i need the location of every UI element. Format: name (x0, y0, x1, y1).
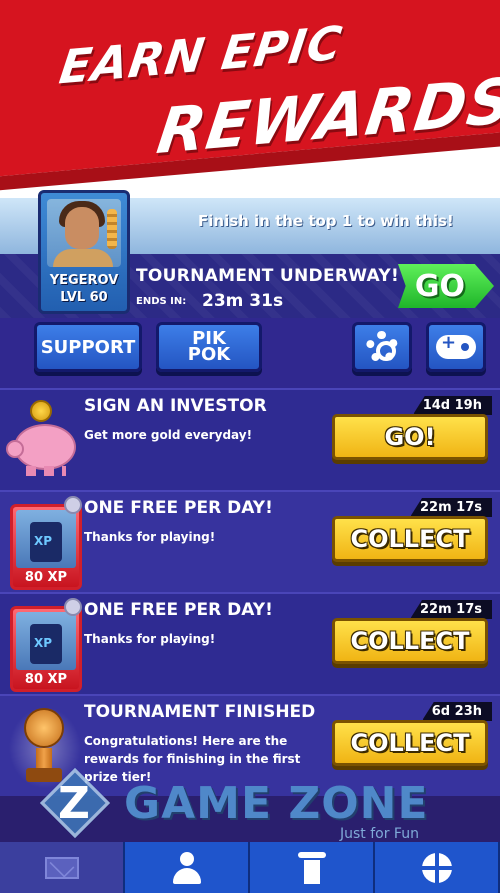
reward-row: 80 XP ONE FREE PER DAY! Thanks for playi… (0, 490, 500, 592)
xp-card-icon: 80 XP (6, 598, 84, 692)
avatar-head (65, 207, 99, 249)
bottom-nav (0, 842, 500, 893)
xp-card: 80 XP (10, 504, 82, 590)
reward-title: ONE FREE PER DAY! (84, 600, 273, 620)
tournament-win-text: Finish in the top 1 to win this! (198, 212, 454, 230)
gear-icon (366, 331, 398, 363)
player-level: LVL 60 (60, 290, 108, 305)
xp-card: 80 XP (10, 606, 82, 692)
support-button[interactable]: SUPPORT (34, 322, 142, 372)
xp-tub-icon (30, 624, 62, 664)
xp-card-art (16, 612, 76, 670)
ends-in-label: ENDS IN: (136, 296, 187, 307)
piggy-icon (6, 424, 76, 476)
ends-in-timer: 23m 31s (202, 291, 284, 311)
player-name: YEGEROV (49, 273, 119, 288)
reward-description: Congratulations! Here are the rewards fo… (84, 734, 301, 784)
trophy-icon (6, 704, 84, 792)
coin-icon (30, 400, 52, 422)
gamepad-button[interactable] (426, 322, 486, 372)
avatar-body (53, 249, 113, 267)
pikpok-button[interactable]: PIK POK (156, 322, 262, 372)
settings-button[interactable] (352, 322, 412, 372)
reward-timer: 14d 19h (412, 396, 492, 415)
tournament-status-title: TOURNAMENT UNDERWAY! (136, 266, 400, 286)
xp-card-art (16, 510, 76, 568)
xp-badge: 80 XP (24, 570, 68, 585)
trophy-cup (24, 708, 64, 748)
watermark-tagline: Just for Fun (340, 826, 419, 842)
podium-icon (294, 851, 330, 884)
reward-go-button[interactable]: GO! (332, 414, 488, 460)
person-icon (172, 851, 201, 884)
reward-row: SIGN AN INVESTOR Get more gold everyday!… (0, 388, 500, 490)
trophy-stem (36, 748, 52, 770)
collect-button[interactable]: COLLECT (332, 516, 488, 562)
pikpok-label-line2: POK (187, 344, 231, 365)
reward-row: TOURNAMENT FINISHED Congratulations! Her… (0, 694, 500, 796)
reward-description: Get more gold everyday! (84, 428, 253, 442)
collect-button[interactable]: COLLECT (332, 618, 488, 664)
chain-icon (107, 209, 117, 249)
card-pip-icon (64, 496, 82, 514)
tab-inbox[interactable] (0, 842, 125, 893)
reward-title: TOURNAMENT FINISHED (84, 702, 316, 722)
reward-title: ONE FREE PER DAY! (84, 498, 273, 518)
card-pip-icon (64, 598, 82, 616)
reward-timer: 6d 23h (421, 702, 492, 721)
reward-timer: 22m 17s (410, 600, 492, 619)
tournament-go-button[interactable]: GO (398, 264, 494, 308)
reward-timer: 22m 17s (410, 498, 492, 517)
trophy-base (26, 768, 62, 782)
player-card[interactable]: YEGEROV LVL 60 (38, 190, 130, 314)
promo-banner: EARN EPIC REWARDS! (0, 0, 500, 200)
collect-button[interactable]: COLLECT (332, 720, 488, 766)
gamepad-icon (436, 332, 476, 359)
piggy-bank-icon (6, 398, 84, 486)
tab-leaderboard[interactable] (250, 842, 375, 893)
reward-description: Thanks for playing! (84, 632, 216, 646)
xp-card-icon: 80 XP (6, 496, 84, 590)
reward-row: 80 XP ONE FREE PER DAY! Thanks for playi… (0, 592, 500, 694)
xp-tub-icon (30, 522, 62, 562)
tab-profile[interactable] (125, 842, 250, 893)
player-avatar (47, 199, 121, 267)
tab-play[interactable] (375, 842, 500, 893)
xp-badge: 80 XP (24, 672, 68, 687)
reward-description: Thanks for playing! (84, 530, 216, 544)
envelope-icon (44, 856, 79, 879)
reward-title: SIGN AN INVESTOR (84, 396, 267, 416)
basketball-icon (421, 852, 452, 883)
